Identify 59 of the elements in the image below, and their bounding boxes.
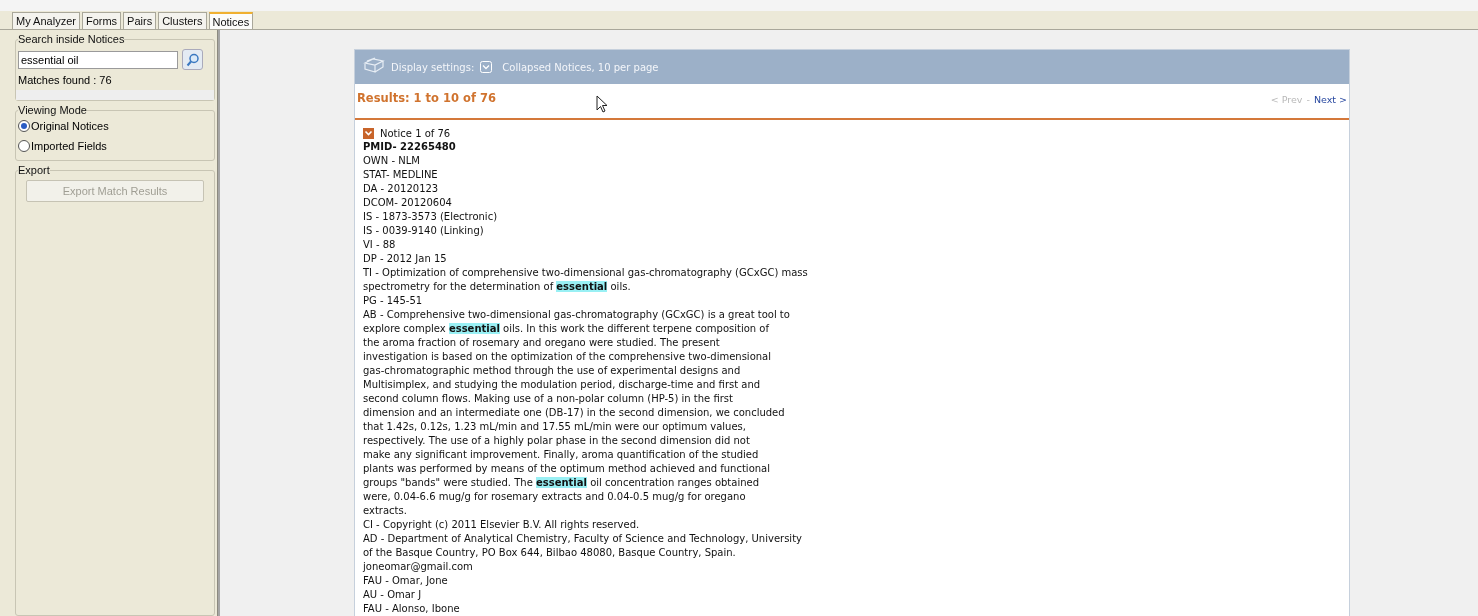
notice-line: TI - Optimization of comprehensive two-dimensional gas-chromatography (GCxGC) mass (363, 266, 809, 280)
tab[interactable]: Forms (81, 12, 122, 29)
mouse-cursor-icon (596, 95, 608, 113)
notice-line: respectively. The use of a highly polar phase in the second dimension did not (363, 434, 751, 448)
notice-line: Multisimplex, and studying the modulation period, discharge-time and first and (363, 378, 762, 392)
notice-line: AB - Comprehensive two-dimensional gas-chromatography (GCxGC) is a great tool to (363, 308, 791, 322)
radio-option[interactable]: Original Notices (18, 116, 212, 136)
matches-count: Matches found : 76 (18, 74, 113, 86)
notice-line: FAU - Alonso, Ibone (363, 602, 461, 616)
notice-line: STAT- MEDLINE (363, 168, 439, 182)
group-title: Export (18, 164, 50, 176)
radio-icon[interactable] (18, 140, 30, 152)
next-link[interactable]: Next > (1313, 93, 1347, 105)
display-settings-label: Display settings: (391, 61, 475, 73)
dropdown-chevron-icon[interactable] (480, 61, 493, 73)
notice-line: spectrometry for the determination of essential oils. (363, 280, 632, 294)
notice-line: gas-chromatographic method through the use of experimental designs and (363, 364, 742, 378)
notice-line: DCOM- 20120604 (363, 196, 453, 210)
tab[interactable]: Notices (208, 12, 254, 29)
display-settings-value: Collapsed Notices, 10 per page (502, 61, 659, 73)
notice-line: dimension and an intermediate one (DB-17) in the second dimension, we concluded (363, 406, 786, 420)
search-button[interactable] (182, 49, 203, 70)
notice-line: second column flows. Making use of a non-polar column (HP-5) in the first (363, 392, 734, 406)
radio-option[interactable]: Imported Fields (18, 136, 212, 156)
tab[interactable]: My Analyzer (12, 12, 80, 29)
box-icon (363, 57, 385, 73)
notice-line: were, 0.04-6.6 mug/g for rosemary extracts and 0.04-0.5 mug/g for oregano (363, 490, 747, 504)
search-field[interactable]: essential oil (18, 50, 178, 69)
notice-line: PG - 145-51 (363, 294, 424, 308)
notice-line: IS - 1873-3573 (Electronic) (363, 210, 499, 224)
notice-line: CI - Copyright (c) 2011 Elsevier B.V. All rights reserved. (363, 518, 641, 532)
group-title: Search inside Notices (18, 33, 125, 45)
notice-line: PMID- 22265480 (363, 140, 457, 154)
pager-separator: - (1306, 93, 1310, 105)
notice-line: plants was performed by means of the optimum method achieved and functional (363, 462, 771, 476)
notice-line: AD - Department of Analytical Chemistry, Faculty of Science and Technology, University (363, 532, 803, 546)
results-summary: Results: 1 to 10 of 76 (357, 91, 496, 105)
notice-line: that 1.42s, 0.12s, 1.23 mL/min and 17.55 mL/min were our optimum values, (363, 420, 747, 434)
notice-line: explore complex essential oils. In this work the different terpene composition of (363, 322, 771, 336)
notice-header: Notice 1 of 76 (380, 127, 451, 139)
tab[interactable]: Clusters (158, 12, 207, 29)
notice-line: DA - 20120123 (363, 182, 440, 196)
notice-line: groups "bands" were studied. The essential oil concentration ranges obtained (363, 476, 761, 490)
group-title: Viewing Mode (18, 104, 87, 116)
notice-line: the aroma fraction of rosemary and oregano were studied. The present (363, 336, 721, 350)
radio-icon[interactable] (18, 120, 30, 132)
notice-line: AU - Omar J (363, 588, 423, 602)
notice-line: VI - 88 (363, 238, 397, 252)
notice-line: of the Basque Country, PO Box 644, Bilbao 48080, Basque Country, Spain. (363, 546, 737, 560)
tab[interactable]: Pairs (123, 12, 157, 29)
notice-line: joneomar@gmail.com (363, 560, 474, 574)
notice-line: DP - 2012 Jan 15 (363, 252, 448, 266)
notice-line: extracts. (363, 504, 408, 518)
notice-line: IS - 0039-9140 (Linking) (363, 224, 485, 238)
notice-line: FAU - Omar, Jone (363, 574, 449, 588)
notice-line: investigation is based on the optimization of the comprehensive two-dimensional (363, 350, 772, 364)
notice-line: OWN - NLM (363, 154, 421, 168)
collapse-icon[interactable] (363, 127, 374, 139)
notice-line: make any significant improvement. Finally, aroma quantification of the studied (363, 448, 760, 462)
